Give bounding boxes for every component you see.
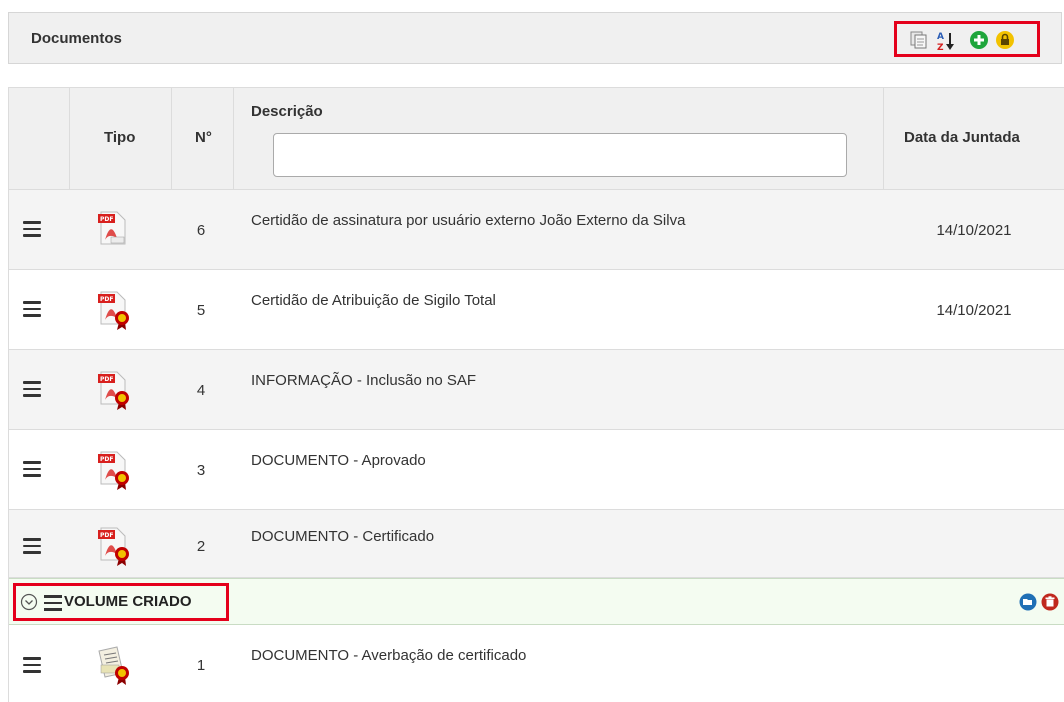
toolbar: A Z [894, 21, 1040, 57]
svg-text:Z: Z [937, 43, 944, 52]
header-tipo[interactable]: Tipo [104, 129, 135, 146]
table-row[interactable]: PDF 2 DOCUMENTO - Certificado [9, 510, 1064, 578]
lock-icon[interactable] [995, 30, 1015, 50]
svg-text:A: A [937, 32, 944, 42]
column-separator [233, 88, 234, 191]
header-descricao[interactable]: Descrição [251, 103, 323, 120]
panel-title: Documentos [31, 30, 122, 47]
pdf-certified-icon[interactable]: PDF [95, 450, 135, 490]
svg-text:PDF: PDF [100, 296, 113, 303]
row-description[interactable]: Certidão de Atribuição de Sigilo Total [251, 292, 496, 309]
column-separator [171, 88, 172, 191]
row-date: 14/10/2021 [936, 302, 1012, 319]
table-row[interactable]: PDF 6 Certidão de assinatura por usuário… [9, 190, 1064, 270]
svg-text:PDF: PDF [100, 216, 113, 223]
pdf-certified-icon[interactable]: PDF [95, 526, 135, 566]
header-data-juntada[interactable]: Data da Juntada [904, 129, 1020, 146]
sort-alpha-icon[interactable]: A Z [935, 30, 957, 52]
documents-grid: Tipo N° Descrição Data da Juntada PDF 6 … [8, 87, 1064, 702]
row-number: 1 [196, 657, 206, 674]
documents-panel-header: Documentos A Z [8, 12, 1062, 64]
row-number: 6 [196, 222, 206, 239]
row-number: 5 [196, 302, 206, 319]
row-description[interactable]: DOCUMENTO - Certificado [251, 528, 434, 545]
open-folder-icon[interactable] [1019, 593, 1037, 611]
volume-menu-icon[interactable] [44, 595, 62, 611]
volume-label: VOLUME CRIADO [64, 593, 192, 610]
header-numero[interactable]: N° [195, 129, 212, 146]
row-description[interactable]: Certidão de assinatura por usuário exter… [251, 212, 685, 229]
row-number: 2 [196, 538, 206, 555]
row-menu-icon[interactable] [23, 657, 41, 673]
svg-text:PDF: PDF [100, 376, 113, 383]
row-menu-icon[interactable] [23, 301, 41, 317]
column-separator [69, 88, 70, 191]
collapse-icon[interactable] [20, 593, 38, 611]
row-menu-icon[interactable] [23, 381, 41, 397]
volume-group-row[interactable]: VOLUME CRIADO [9, 578, 1064, 625]
document-certified-icon[interactable] [95, 645, 135, 685]
row-number: 4 [196, 382, 206, 399]
row-number: 3 [196, 462, 206, 479]
row-menu-icon[interactable] [23, 221, 41, 237]
pdf-certified-icon[interactable]: PDF [95, 370, 135, 410]
row-description[interactable]: DOCUMENTO - Averbação de certificado [251, 647, 526, 664]
description-filter-input[interactable] [273, 133, 847, 177]
table-row[interactable]: 1 DOCUMENTO - Averbação de certificado [9, 625, 1064, 702]
add-icon[interactable] [969, 30, 989, 50]
row-date: 14/10/2021 [936, 222, 1012, 239]
volume-group-header[interactable]: VOLUME CRIADO [13, 583, 229, 621]
row-description[interactable]: DOCUMENTO - Aprovado [251, 452, 426, 469]
table-row[interactable]: PDF 4 INFORMAÇÃO - Inclusão no SAF [9, 350, 1064, 430]
grid-header: Tipo N° Descrição Data da Juntada [9, 87, 1064, 191]
pdf-certified-icon[interactable]: PDF [95, 290, 135, 330]
row-menu-icon[interactable] [23, 538, 41, 554]
delete-icon[interactable] [1041, 593, 1059, 611]
row-menu-icon[interactable] [23, 461, 41, 477]
svg-text:PDF: PDF [100, 532, 113, 539]
row-description[interactable]: INFORMAÇÃO - Inclusão no SAF [251, 372, 476, 389]
table-row[interactable]: PDF 5 Certidão de Atribuição de Sigilo T… [9, 270, 1064, 350]
table-row[interactable]: PDF 3 DOCUMENTO - Aprovado [9, 430, 1064, 510]
svg-text:PDF: PDF [100, 456, 113, 463]
copy-documents-icon[interactable] [909, 30, 929, 50]
column-separator [883, 88, 884, 191]
pdf-icon[interactable]: PDF [95, 210, 131, 246]
